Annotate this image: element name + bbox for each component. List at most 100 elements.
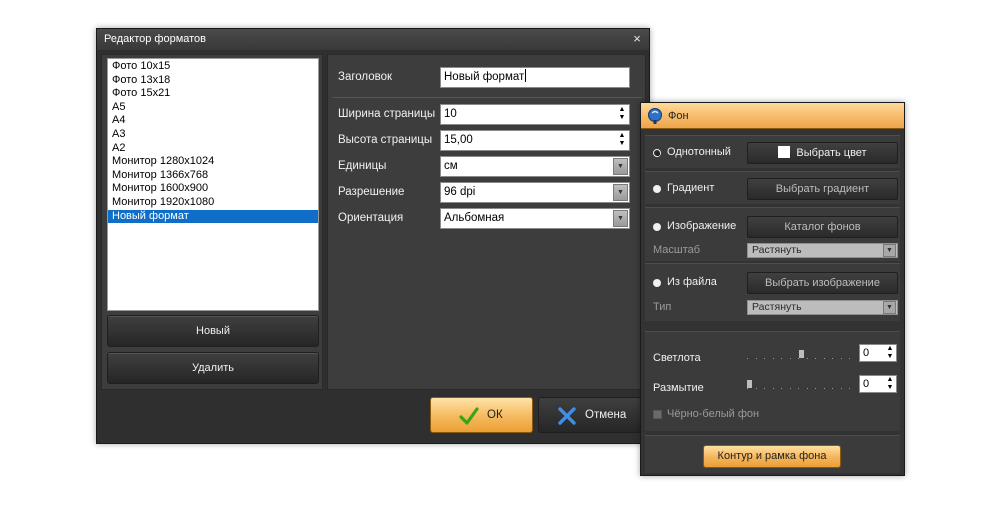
spin-down-icon[interactable]: ▼ [885,353,895,361]
chevron-down-icon[interactable]: ▼ [883,244,896,257]
spin-up-icon[interactable]: ▲ [885,376,895,384]
units-label: Единицы [338,160,387,172]
slider-tick [798,358,799,359]
list-item[interactable]: Фото 15x21 [108,87,318,101]
slider-tick [840,358,842,359]
new-format-button[interactable]: Новый [107,315,319,347]
blur-input[interactable]: 0 ▲ ▼ [859,375,897,393]
cancel-button[interactable]: Отмена [538,397,641,433]
slider-tick [798,388,799,389]
width-input[interactable]: 10 ▲ ▼ [440,104,630,125]
spin-down-icon[interactable]: ▼ [617,114,627,122]
image-radio[interactable] [653,223,661,231]
ok-button[interactable]: ОК [430,397,533,433]
height-label: Высота страницы [338,134,433,146]
units-value: см [444,160,458,172]
backgrounds-catalog-button[interactable]: Каталог фонов [747,216,898,238]
slider-thumb[interactable] [799,350,804,358]
outline-frame-button[interactable]: Контур и рамка фона [703,445,841,468]
orientation-select[interactable]: Альбомная ▼ [440,208,630,229]
brightness-spinner[interactable]: ▲ ▼ [885,345,895,361]
chevron-down-icon[interactable]: ▼ [613,158,628,175]
background-panel: Фон Однотонный Выбрать цвет Градиент Выб… [640,102,905,476]
format-list-pane: Фото 10x15 Фото 13x18 Фото 15x21 A5 A4 A3 A2 Мо… [101,54,323,390]
chevron-down-icon[interactable]: ▼ [613,210,628,227]
orientation-row: Ориентация Альбомная ▼ [328,208,647,230]
slider-tick [832,388,833,389]
paint-icon [648,108,662,124]
type-label: Тип [653,301,672,313]
list-item[interactable]: A3 [108,128,318,142]
width-spinner[interactable]: ▲ ▼ [617,106,627,123]
height-value: 15,00 [444,134,473,146]
grayscale-checkbox[interactable] [653,410,662,419]
brightness-label: Светлота [653,352,701,364]
height-spinner[interactable]: ▲ ▼ [617,132,627,149]
background-panel-header: Фон [641,103,904,129]
list-item[interactable]: Фото 10x15 [108,60,318,74]
grayscale-label: Чёрно-белый фон [667,408,760,420]
list-item[interactable]: A2 [108,142,318,156]
list-item[interactable]: Монитор 1600x900 [108,182,318,196]
resolution-select[interactable]: 96 dpi ▼ [440,182,630,203]
choose-color-label: Выбрать цвет [796,147,867,159]
brightness-input[interactable]: 0 ▲ ▼ [859,344,897,362]
spin-up-icon[interactable]: ▲ [617,106,627,114]
close-icon[interactable]: × [629,31,645,47]
slider-tick [789,358,791,359]
spin-down-icon[interactable]: ▼ [617,140,627,148]
slider-tick [849,358,850,359]
resolution-value: 96 dpi [444,186,476,198]
list-item[interactable]: A5 [108,101,318,115]
from-file-radio[interactable] [653,279,661,287]
chevron-down-icon[interactable]: ▼ [883,301,896,314]
spin-down-icon[interactable]: ▼ [885,384,895,392]
list-item[interactable]: A4 [108,114,318,128]
list-item[interactable]: Монитор 1366x768 [108,169,318,183]
choose-image-button[interactable]: Выбрать изображение [747,272,898,294]
spin-up-icon[interactable]: ▲ [617,132,627,140]
scale-label: Масштаб [653,244,701,256]
spin-up-icon[interactable]: ▲ [885,345,895,353]
gradient-section: Градиент Выбрать градиент [645,171,900,204]
gradient-label: Градиент [667,182,715,194]
resolution-row: Разрешение 96 dpi ▼ [328,182,647,204]
delete-format-button[interactable]: Удалить [107,352,319,384]
chevron-down-icon[interactable]: ▼ [613,184,628,201]
choose-gradient-button[interactable]: Выбрать градиент [747,178,898,200]
blur-slider[interactable] [747,380,851,390]
slider-tick [823,388,825,389]
list-item[interactable]: Фото 13x18 [108,74,318,88]
orientation-value: Альбомная [444,212,505,224]
format-list[interactable]: Фото 10x15 Фото 13x18 Фото 15x21 A5 A4 A3 A2 Мо… [107,58,319,311]
slider-tick [755,358,757,359]
brightness-slider[interactable] [747,350,851,360]
format-editor-dialog: Редактор форматов × Фото 10x15 Фото 13x18… [96,28,650,444]
slider-tick [764,358,765,359]
title-input[interactable]: Новый формат [440,67,630,88]
list-item[interactable]: Монитор 1920x1080 [108,196,318,210]
slider-tick [789,388,791,389]
choose-color-button[interactable]: Выбрать цвет [747,142,898,164]
scale-value: Растянуть [752,244,802,256]
units-select[interactable]: см ▼ [440,156,630,177]
solid-radio[interactable] [653,149,661,157]
title-row: Заголовок Новый формат [328,67,647,89]
ok-label: ОК [487,409,503,421]
image-section: Изображение Каталог фонов Масштаб Растян… [645,207,900,261]
height-input[interactable]: 15,00 ▲ ▼ [440,130,630,151]
checkmark-icon [459,407,479,425]
divider [332,97,642,98]
from-file-label: Из файла [667,276,717,288]
scale-select[interactable]: Растянуть ▼ [747,243,898,258]
slider-tick [832,358,833,359]
gradient-radio[interactable] [653,185,661,193]
slider-thumb[interactable] [747,380,752,388]
background-panel-title: Фон [668,110,689,122]
blur-label: Размытие [653,382,704,394]
blur-spinner[interactable]: ▲ ▼ [885,376,895,392]
list-item[interactable]: Монитор 1280x1024 [108,155,318,169]
title-label: Заголовок [338,71,393,83]
list-item[interactable]: Новый формат [108,209,318,224]
type-select[interactable]: Растянуть ▼ [747,300,898,315]
